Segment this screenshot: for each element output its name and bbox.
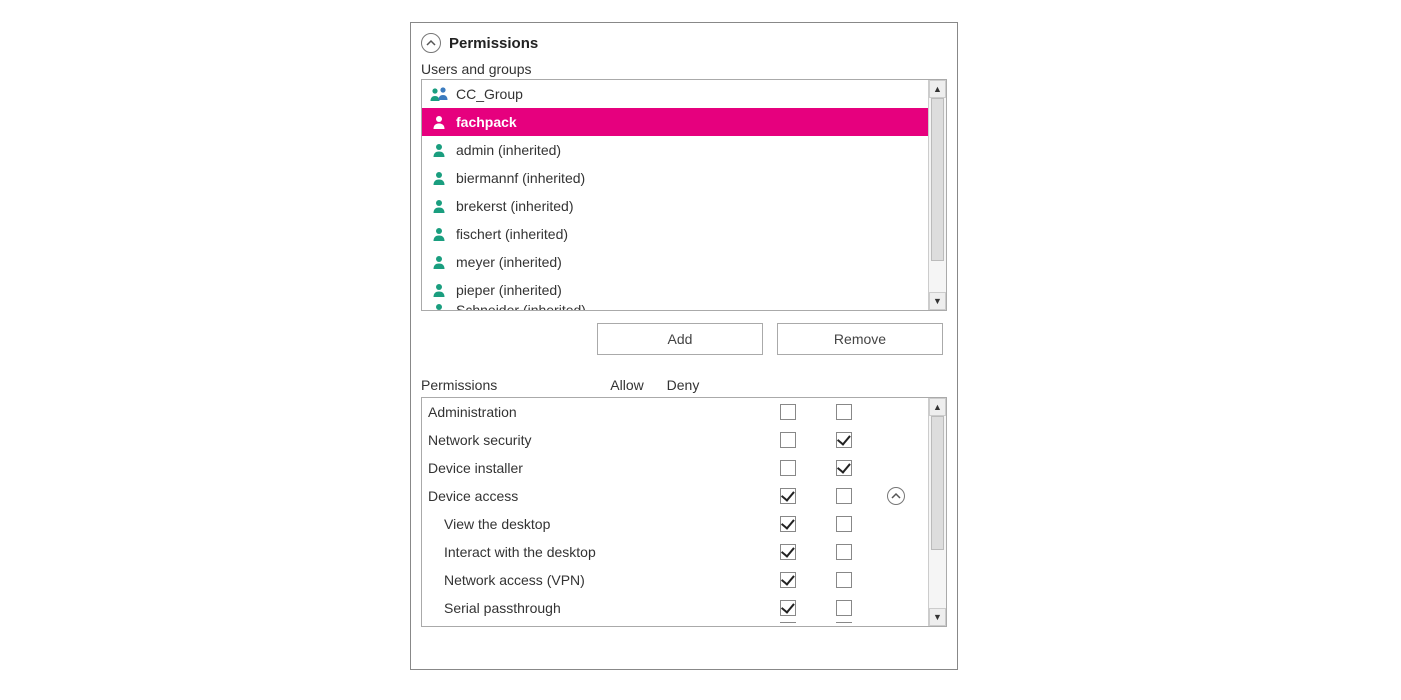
user-icon [428, 304, 450, 310]
permission-row: Device access [422, 482, 928, 510]
permissions-table-body[interactable]: Administration Network security Device ins… [422, 398, 928, 626]
scroll-down-icon[interactable]: ▼ [929, 292, 946, 310]
group-icon [428, 86, 450, 102]
add-button[interactable]: Add [597, 323, 763, 355]
button-row: Add Remove [411, 311, 957, 363]
list-item-label: Schneider (inherited) [456, 304, 586, 310]
list-item-label: CC_Group [456, 86, 523, 102]
allow-checkbox[interactable] [780, 622, 796, 623]
deny-checkbox[interactable] [836, 404, 852, 420]
list-item[interactable]: brekerst (inherited) [422, 192, 928, 220]
allow-checkbox[interactable] [780, 600, 796, 616]
list-item[interactable]: admin (inherited) [422, 136, 928, 164]
list-item[interactable]: pieper (inherited) [422, 276, 928, 304]
permission-label: Interact with the desktop [422, 544, 760, 560]
scroll-up-icon[interactable]: ▲ [929, 398, 946, 416]
permissions-panel: Permissions Users and groups CC_Groupfac… [410, 22, 958, 670]
allow-checkbox[interactable] [780, 432, 796, 448]
list-item-label: brekerst (inherited) [456, 198, 574, 214]
list-item[interactable]: biermannf (inherited) [422, 164, 928, 192]
section-title: Permissions [449, 35, 538, 52]
permission-row [422, 622, 928, 626]
permission-row: View the desktop [422, 510, 928, 538]
perm-col-allow: Allow [599, 377, 655, 393]
scroll-track[interactable] [929, 416, 946, 608]
permissions-header: Permissions Allow Deny [411, 363, 957, 397]
collapse-toggle-icon[interactable] [421, 33, 441, 53]
list-item[interactable]: meyer (inherited) [422, 248, 928, 276]
permission-row: Network access (VPN) [422, 566, 928, 594]
deny-checkbox[interactable] [836, 516, 852, 532]
users-list: CC_Group fachpack admin (inherited) bierman… [421, 79, 947, 311]
permission-row: Device installer [422, 454, 928, 482]
users-list-body[interactable]: CC_Group fachpack admin (inherited) bierman… [422, 80, 928, 310]
list-item[interactable]: Schneider (inherited) [422, 304, 928, 310]
scroll-track[interactable] [929, 98, 946, 292]
user-icon [428, 170, 450, 186]
users-groups-label: Users and groups [411, 57, 957, 79]
permission-row: Network security [422, 426, 928, 454]
permission-label: Network security [422, 432, 760, 448]
deny-checkbox[interactable] [836, 600, 852, 616]
allow-checkbox[interactable] [780, 404, 796, 420]
permission-row: Serial passthrough [422, 594, 928, 622]
user-icon [428, 226, 450, 242]
permission-row: Administration [422, 398, 928, 426]
allow-checkbox[interactable] [780, 460, 796, 476]
deny-checkbox[interactable] [836, 544, 852, 560]
scroll-down-icon[interactable]: ▼ [929, 608, 946, 626]
user-icon [428, 198, 450, 214]
users-scrollbar[interactable]: ▲ ▼ [928, 80, 946, 310]
list-item-label: pieper (inherited) [456, 282, 562, 298]
perm-col-label: Permissions [421, 377, 599, 393]
permission-label: View the desktop [422, 516, 760, 532]
deny-checkbox[interactable] [836, 432, 852, 448]
section-header: Permissions [411, 33, 957, 57]
permission-label: Device installer [422, 460, 760, 476]
list-item-label: fachpack [456, 114, 517, 130]
list-item[interactable]: fachpack [422, 108, 928, 136]
collapse-toggle-icon[interactable] [887, 487, 905, 505]
list-item-label: admin (inherited) [456, 142, 561, 158]
scroll-thumb[interactable] [931, 416, 944, 550]
list-item-label: biermannf (inherited) [456, 170, 585, 186]
list-item[interactable]: CC_Group [422, 80, 928, 108]
scroll-up-icon[interactable]: ▲ [929, 80, 946, 98]
user-icon [428, 114, 450, 130]
list-item[interactable]: fischert (inherited) [422, 220, 928, 248]
permissions-table: Administration Network security Device ins… [421, 397, 947, 627]
deny-checkbox[interactable] [836, 460, 852, 476]
permissions-scrollbar[interactable]: ▲ ▼ [928, 398, 946, 626]
deny-checkbox[interactable] [836, 572, 852, 588]
list-item-label: meyer (inherited) [456, 254, 562, 270]
remove-button[interactable]: Remove [777, 323, 943, 355]
perm-col-deny: Deny [655, 377, 711, 393]
permission-label: Administration [422, 404, 760, 420]
permission-label: Serial passthrough [422, 600, 760, 616]
permission-row: Interact with the desktop [422, 538, 928, 566]
allow-checkbox[interactable] [780, 516, 796, 532]
user-icon [428, 282, 450, 298]
user-icon [428, 142, 450, 158]
deny-checkbox[interactable] [836, 622, 852, 623]
permission-label: Device access [422, 488, 760, 504]
allow-checkbox[interactable] [780, 544, 796, 560]
allow-checkbox[interactable] [780, 488, 796, 504]
scroll-thumb[interactable] [931, 98, 944, 261]
allow-checkbox[interactable] [780, 572, 796, 588]
permission-label: Network access (VPN) [422, 572, 760, 588]
deny-checkbox[interactable] [836, 488, 852, 504]
list-item-label: fischert (inherited) [456, 226, 568, 242]
user-icon [428, 254, 450, 270]
